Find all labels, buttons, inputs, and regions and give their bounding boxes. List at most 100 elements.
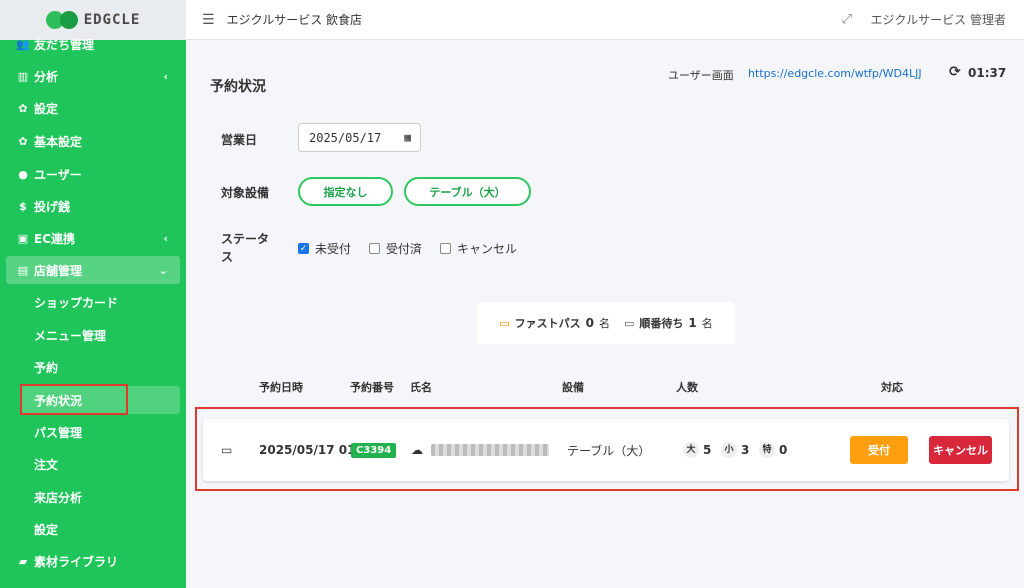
sidebar-subitem-label: ショップカード — [34, 295, 119, 310]
cloud-icon: ☁ — [411, 443, 423, 457]
fullscreen-icon[interactable]: ⤢ — [842, 12, 852, 27]
business-day-input[interactable]: 2025/05/17 ▦ — [298, 123, 421, 152]
table-row: ▭ 2025/05/17 01:15 C3394 ☁ テーブル（大） 大 5 小… — [203, 419, 1009, 481]
sidebar-item-label: 基本設定 — [34, 134, 83, 149]
sidebar-subitem-orders[interactable]: 注文 — [20, 450, 180, 478]
fastpass-summary: ▭ ファストパス 0 名 — [499, 315, 610, 331]
column-header-name: 氏名 — [410, 381, 432, 394]
user-icon: ● — [18, 167, 28, 181]
sidebar-subitem-menu[interactable]: メニュー管理 — [20, 321, 180, 349]
sidebar-item-store-management[interactable]: ▤ 店舗管理 ⌄ — [6, 256, 180, 284]
reservation-code: C3394 — [351, 442, 397, 458]
main-content: 予約状況 ユーザー画面 https://edgcle.com/wtfp/WD4L… — [186, 40, 1024, 588]
sidebar-item-label: 分析 — [34, 69, 59, 84]
accept-button[interactable]: 受付 — [850, 436, 908, 464]
store-name: エジクルサービス 飲食店 — [226, 13, 363, 27]
status-option-label: 受付済 — [386, 242, 423, 256]
business-day-value: 2025/05/17 — [309, 130, 382, 145]
column-header-facility: 設備 — [562, 381, 584, 394]
column-header-party-size: 人数 — [676, 381, 698, 394]
cancel-button[interactable]: キャンセル — [929, 436, 992, 464]
calendar-icon[interactable]: ▦ — [404, 131, 411, 144]
sidebar-item-ec[interactable]: ▣ EC連携 ‹ — [0, 224, 186, 252]
sidebar: EDGCLE 👥 友だち管理 ▥ 分析 ‹ ✿ 設定 ✿ 基本設定 ● ユーザー… — [0, 0, 186, 588]
queue-waiting-summary: ▭ 順番待ち 1 名 — [624, 315, 713, 331]
sidebar-item-label: 設定 — [34, 101, 59, 116]
store-icon: ▤ — [17, 263, 29, 277]
count-unit: 名 — [599, 317, 610, 330]
customer-name-blurred — [431, 419, 549, 481]
hamburger-menu-icon[interactable]: ☰ — [202, 12, 215, 28]
redacted-name — [431, 444, 549, 456]
count-value: 0 — [779, 443, 788, 457]
status-checkbox-accepted[interactable]: 受付済 — [369, 240, 422, 257]
count-adult: 大 5 — [683, 419, 711, 481]
chevron-left-icon: ‹ — [163, 231, 168, 245]
clock: 01:37 — [968, 66, 1007, 80]
sidebar-subitem-label: 注文 — [34, 457, 59, 472]
reservation-code-badge: C3394 — [351, 419, 397, 481]
gear-icon: ✿ — [18, 101, 28, 115]
facility-value: テーブル（大） — [567, 443, 651, 458]
logo-text: EDGCLE — [83, 12, 141, 28]
business-day-label: 営業日 — [221, 133, 258, 147]
chevron-left-icon: ‹ — [163, 69, 168, 83]
count-badge: 大 — [683, 442, 699, 458]
gear-icon: ✿ — [18, 134, 28, 148]
admin-name[interactable]: エジクルサービス 管理者 — [871, 11, 1006, 28]
status-checkbox-unaccepted[interactable]: ✓ 未受付 — [298, 240, 351, 257]
user-screen-label: ユーザー画面 — [668, 69, 734, 82]
count-child: 小 3 — [721, 419, 749, 481]
sidebar-subitem-visit-analytics[interactable]: 来店分析 — [20, 483, 180, 511]
queue-summary: ▭ ファストパス 0 名 ▭ 順番待ち 1 名 — [477, 302, 735, 344]
facility-option-table-large[interactable]: テーブル（大） — [404, 177, 531, 206]
sidebar-item-label: ユーザー — [34, 167, 82, 182]
sidebar-subitem-settings[interactable]: 設定 — [20, 515, 180, 543]
dollar-icon: $ — [19, 199, 27, 213]
status-label: ステータス — [221, 232, 270, 264]
users-icon: 👥 — [16, 37, 30, 51]
facility-option-label: テーブル（大） — [429, 185, 506, 199]
ticket-icon: ▭ — [499, 316, 510, 330]
sync-icon[interactable]: ⟳ — [949, 64, 961, 80]
facility-option-none[interactable]: 指定なし — [298, 177, 393, 206]
facility-label: 対象設備 — [221, 186, 270, 200]
ticket-icon: ▭ — [221, 443, 233, 457]
count-value: 3 — [741, 443, 750, 457]
active-item-highlight — [20, 384, 128, 415]
user-screen-link[interactable]: https://edgcle.com/wtfp/WD4LJJ — [748, 67, 922, 80]
sidebar-subitem-shop-card[interactable]: ショップカード — [20, 288, 180, 316]
sidebar-subitem-pass[interactable]: パス管理 — [20, 418, 180, 446]
count-value: 5 — [703, 443, 712, 457]
column-header-reservation-number: 予約番号 — [350, 381, 394, 394]
sidebar-item-analytics[interactable]: ▥ 分析 ‹ — [0, 62, 186, 90]
sidebar-item-basic-settings[interactable]: ✿ 基本設定 — [0, 127, 186, 155]
count-special: 特 0 — [759, 419, 787, 481]
status-checkbox-cancelled[interactable]: キャンセル — [440, 240, 517, 257]
shopping-bag-icon: ▣ — [17, 231, 29, 245]
folder-icon: ▰ — [18, 554, 28, 568]
sidebar-item-label: 投げ銭 — [34, 199, 71, 214]
sidebar-subitem-label: 設定 — [34, 522, 59, 537]
sidebar-item-tips[interactable]: $ 投げ銭 — [0, 192, 186, 220]
column-header-datetime: 予約日時 — [259, 381, 303, 394]
sidebar-item-settings[interactable]: ✿ 設定 — [0, 94, 186, 122]
sidebar-item-label: 店舗管理 — [34, 263, 83, 278]
checkbox-unchecked-icon — [440, 243, 451, 254]
logo-mark-icon — [45, 11, 78, 29]
sidebar-item-label: 友だち管理 — [34, 37, 95, 52]
count-badge: 小 — [721, 442, 737, 458]
sidebar-item-materials[interactable]: ▰ 素材ライブラリ — [0, 547, 186, 575]
sidebar-item-label: EC連携 — [34, 231, 76, 246]
fastpass-count: 0 — [585, 316, 594, 330]
sidebar-subitem-reservation[interactable]: 予約 — [20, 353, 180, 381]
status-option-label: 未受付 — [315, 242, 352, 256]
sidebar-subitem-label: パス管理 — [34, 425, 83, 440]
chart-icon: ▥ — [17, 69, 29, 83]
queue-label: 順番待ち — [639, 317, 684, 330]
sidebar-item-friends[interactable]: 👥 友だち管理 — [0, 30, 186, 58]
facility-option-label: 指定なし — [323, 185, 368, 199]
sidebar-item-users[interactable]: ● ユーザー — [0, 160, 186, 188]
sidebar-subitem-label: 予約 — [34, 360, 59, 375]
sidebar-item-label: 素材ライブラリ — [34, 554, 119, 569]
